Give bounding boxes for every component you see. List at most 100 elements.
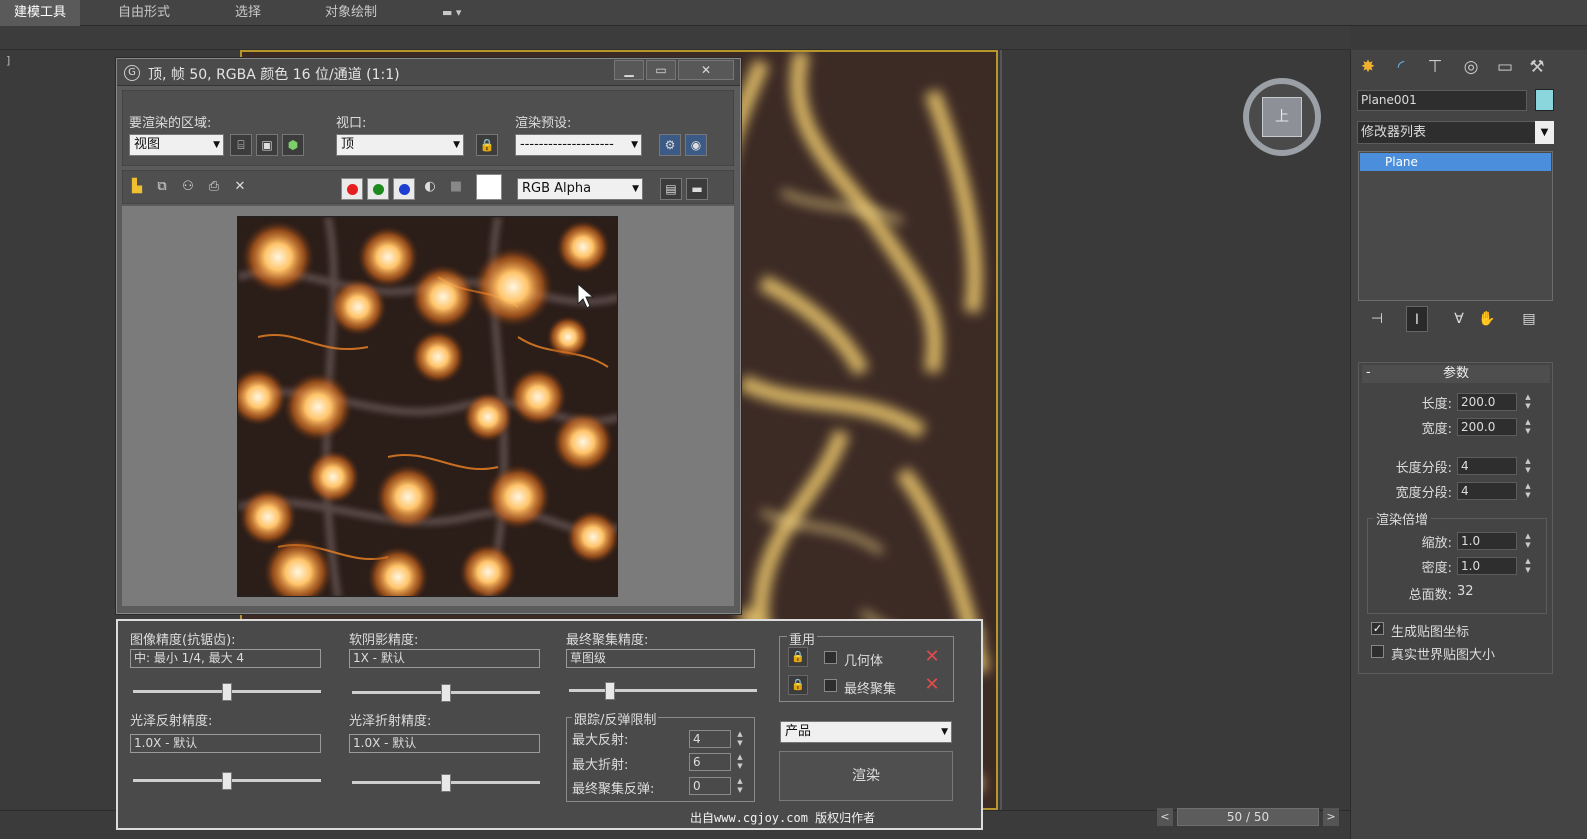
minimize-button[interactable]: ▁ (614, 60, 644, 80)
glossy-refract-slider-thumb[interactable] (441, 774, 451, 792)
red-channel-toggle[interactable] (341, 178, 363, 200)
fg-bounce-spinner-icon[interactable]: ▲ ▼ (734, 777, 746, 795)
auto-region-icon[interactable]: ▣ (256, 134, 278, 156)
tab-freeform[interactable]: 自由形式 (104, 0, 184, 26)
toggle-ui-overlay-icon[interactable]: ▤ (660, 178, 682, 200)
length-segs-spinner-icon[interactable]: ▲ ▼ (1522, 457, 1534, 475)
tab-selection[interactable]: 选择 (221, 0, 275, 26)
final-gather-slider[interactable] (569, 689, 757, 692)
print-icon[interactable]: ⎙ (203, 176, 225, 198)
render-mode-dropdown[interactable]: 产品 ▼ (780, 721, 952, 743)
environment-icon[interactable]: ◉ (685, 134, 707, 156)
render-button[interactable]: 渲染 (779, 751, 953, 801)
length-spinner-icon[interactable]: ▲ ▼ (1522, 393, 1534, 411)
motion-tab-icon[interactable]: ◎ (1456, 54, 1486, 80)
lock-icon[interactable]: 🔒 (788, 675, 808, 695)
gen-map-coords-checkbox[interactable]: ✓ (1371, 622, 1384, 635)
soft-shadow-slider-thumb[interactable] (441, 684, 451, 702)
area-to-render-dropdown[interactable]: 视图 ▼ (129, 134, 224, 156)
modifier-stack-item[interactable]: Plane (1360, 153, 1551, 171)
real-world-size-checkbox[interactable] (1371, 645, 1384, 658)
configure-sets-icon[interactable]: ▤ (1518, 306, 1540, 332)
modifier-stack[interactable] (1358, 151, 1553, 301)
scale-spinner-icon[interactable]: ▲ ▼ (1522, 532, 1534, 550)
edit-region-icon[interactable]: ⌸ (230, 134, 252, 156)
close-button[interactable]: ✕ (678, 60, 734, 80)
clone-window-icon[interactable]: ⚇ (177, 176, 199, 198)
copy-image-icon[interactable]: ⧉ (151, 176, 173, 198)
clear-final-gather-icon[interactable]: ✕ (922, 675, 942, 695)
length-segs-field[interactable]: 4 (1457, 457, 1517, 475)
clear-geometry-icon[interactable]: ✕ (922, 647, 942, 667)
viewport-label[interactable]: ] (6, 54, 10, 67)
render-mode-value: 产品 (785, 724, 812, 739)
hierarchy-tab-icon[interactable]: ⊤ (1420, 54, 1450, 80)
time-prev-button[interactable]: < (1157, 808, 1173, 826)
width-segs-field[interactable]: 4 (1457, 482, 1517, 500)
utilities-tab-icon[interactable]: ⚒ (1522, 54, 1552, 80)
render-region-icon[interactable]: ⬢ (282, 134, 304, 156)
watermark-text: 出自www.cgjoy.com 版权归作者 (690, 811, 876, 825)
length-field[interactable]: 200.0 (1457, 393, 1517, 411)
chevron-down-icon: ▼ (631, 140, 638, 150)
chevron-down-icon: ▼ (632, 184, 639, 194)
monochrome-icon[interactable]: ■ (445, 176, 467, 198)
object-color-swatch[interactable] (1535, 89, 1554, 111)
fg-bounce-field[interactable]: 0 (689, 777, 731, 795)
display-channel-dropdown[interactable]: RGB Alpha ▼ (517, 178, 643, 200)
render-setup-icon[interactable]: ⚙ (659, 134, 681, 156)
glossy-reflect-slider-thumb[interactable] (222, 772, 232, 790)
color-swatch[interactable] (476, 174, 502, 200)
tab-object-paint[interactable]: 对象绘制 (311, 0, 391, 26)
object-name-field[interactable]: Plane001 (1357, 90, 1527, 111)
viewcube-face[interactable]: 上 (1262, 97, 1302, 137)
remove-modifier-icon[interactable]: ✋ (1476, 306, 1498, 332)
green-dot-icon (373, 184, 384, 195)
modifier-list-dropdown[interactable]: 修改器列表 (1357, 121, 1554, 144)
rollout-collapse-icon[interactable]: - (1366, 365, 1371, 380)
blue-channel-toggle[interactable] (393, 178, 415, 200)
density-field[interactable]: 1.0 (1457, 557, 1517, 575)
time-next-button[interactable]: > (1323, 808, 1339, 826)
reuse-geometry-checkbox[interactable] (824, 651, 837, 664)
lock-icon[interactable]: 🔒 (788, 647, 808, 667)
save-image-icon[interactable]: ▙ (126, 176, 148, 198)
toggle-ui-icon[interactable]: ▬ (686, 178, 708, 200)
make-unique-icon[interactable]: ∀ (1448, 306, 1470, 332)
max-reflect-spinner-icon[interactable]: ▲ ▼ (734, 730, 746, 748)
render-preset-dropdown[interactable]: -------------------- ▼ (515, 134, 642, 156)
max-reflect-label: 最大反射: (572, 733, 629, 748)
chevron-down-icon[interactable]: ▼ (1535, 121, 1554, 144)
width-spinner-icon[interactable]: ▲ ▼ (1522, 418, 1534, 436)
alpha-toggle-icon[interactable]: ◐ (419, 176, 441, 198)
green-channel-toggle[interactable] (367, 178, 389, 200)
max-reflect-field[interactable]: 4 (689, 730, 731, 748)
tab-modeling-tools[interactable]: 建模工具 (0, 0, 81, 26)
width-segs-spinner-icon[interactable]: ▲ ▼ (1522, 482, 1534, 500)
perspective-viewport[interactable] (1000, 50, 1346, 810)
time-slider[interactable]: 50 / 50 (1177, 808, 1319, 826)
scale-field[interactable]: 1.0 (1457, 532, 1517, 550)
reuse-geometry-label: 几何体 (844, 654, 884, 669)
parameters-rollout-title[interactable]: 参数 (1362, 365, 1550, 383)
pin-stack-icon[interactable]: ⊣ (1366, 306, 1388, 332)
image-precision-slider-thumb[interactable] (222, 683, 232, 701)
width-field[interactable]: 200.0 (1457, 418, 1517, 436)
viewport-value: 顶 (341, 137, 355, 152)
density-spinner-icon[interactable]: ▲ ▼ (1522, 557, 1534, 575)
viewport-label: 视口: (336, 116, 367, 131)
dropdown-toggle-icon[interactable]: ▬ ▾ (428, 0, 475, 26)
maximize-button[interactable]: ▭ (646, 60, 676, 80)
create-tab-icon[interactable]: ✸ (1353, 54, 1383, 80)
viewport-dropdown[interactable]: 顶 ▼ (336, 134, 464, 156)
display-tab-icon[interactable]: ▭ (1490, 54, 1520, 80)
modify-tab-icon[interactable]: ◜ (1386, 54, 1416, 80)
image-precision-label: 图像精度(抗锯齿): (130, 633, 236, 648)
lock-icon[interactable]: 🔒 (476, 134, 498, 156)
max-refract-spinner-icon[interactable]: ▲ ▼ (734, 753, 746, 771)
max-refract-field[interactable]: 6 (689, 753, 731, 771)
reuse-final-gather-checkbox[interactable] (824, 679, 837, 692)
final-gather-slider-thumb[interactable] (604, 682, 615, 700)
clear-icon[interactable]: ✕ (229, 176, 251, 198)
show-end-result-icon[interactable]: I (1406, 306, 1428, 332)
